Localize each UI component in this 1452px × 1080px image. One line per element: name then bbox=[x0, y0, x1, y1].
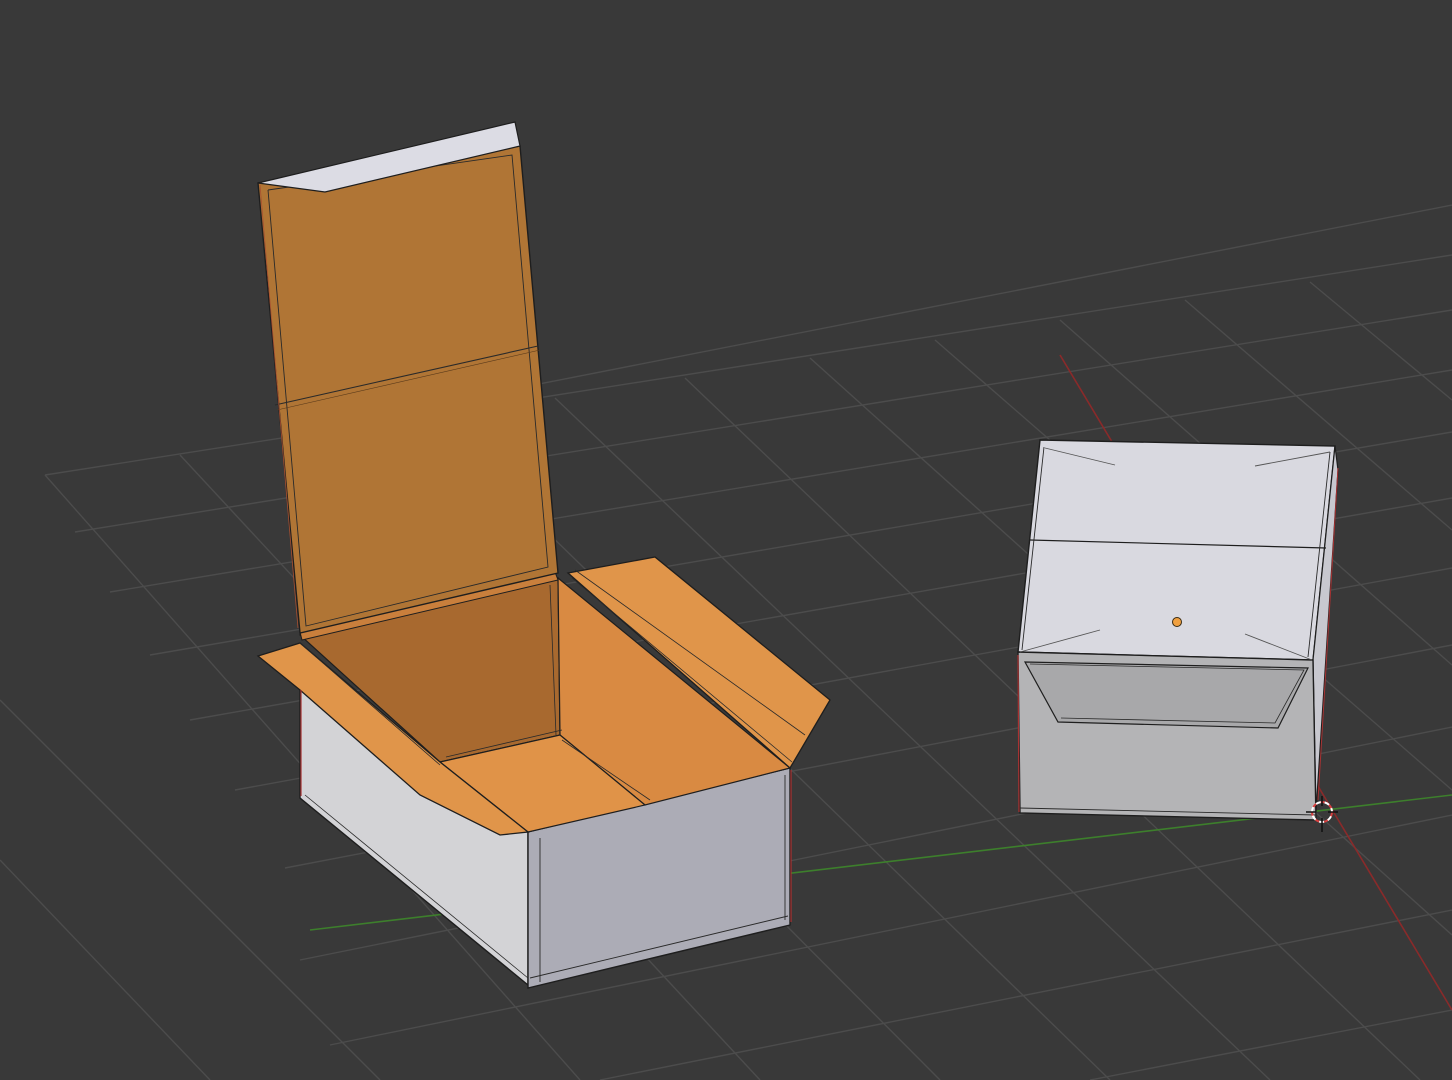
open-carton-box[interactable] bbox=[256, 121, 831, 989]
object-origin-icon bbox=[1172, 617, 1182, 627]
viewport-canvas[interactable] bbox=[0, 0, 1452, 1080]
closed-carton-box[interactable] bbox=[1017, 439, 1339, 821]
3d-viewport[interactable] bbox=[0, 0, 1452, 1080]
